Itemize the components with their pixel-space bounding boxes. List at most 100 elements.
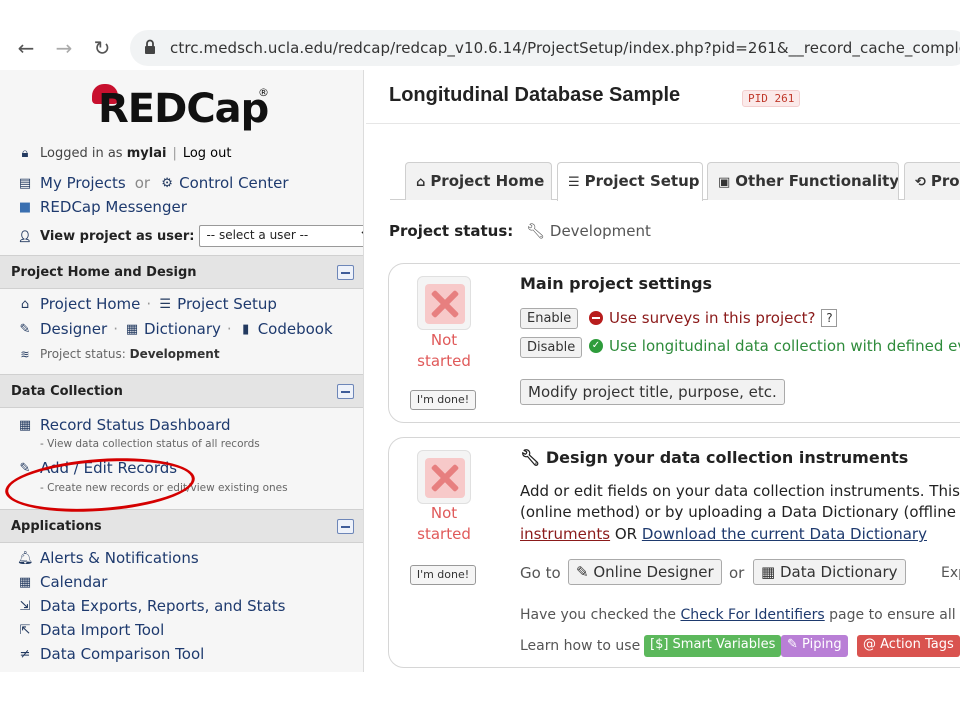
reload-icon[interactable]: ↻ — [90, 36, 114, 60]
app-item-label[interactable]: Data Exports, Reports, and Stats — [40, 597, 285, 615]
help-button[interactable]: ? — [821, 309, 838, 327]
user-icon: 👤︎ — [18, 229, 32, 243]
excel-icon: ▦ — [125, 321, 139, 337]
project-setup-link[interactable]: Project Setup — [177, 295, 277, 313]
username: mylai — [126, 146, 167, 161]
status-text: Development — [549, 222, 651, 240]
logged-in-label: Logged in as — [40, 146, 123, 161]
not-started-icon — [417, 450, 471, 504]
my-projects-link[interactable]: My Projects — [40, 174, 126, 192]
bell-icon: 🔔︎ — [17, 550, 34, 566]
collapse-button[interactable] — [337, 265, 354, 280]
description-line: (online method) or by uploading a Data D… — [520, 503, 960, 521]
gear-icon: ⚙ — [161, 175, 173, 191]
tab-project-setup[interactable]: ☰ Project Setup — [557, 162, 703, 201]
view-as-row: 👤︎ View project as user: -- select a use… — [17, 223, 363, 247]
pid-badge: PID 261 — [742, 90, 801, 107]
text: page to ensure all iden — [829, 607, 956, 623]
back-arrow-icon[interactable]: ← — [14, 36, 38, 60]
redcap-logo[interactable]: REDCap ® — [92, 80, 282, 140]
history-icon: ⟲ — [915, 175, 926, 190]
tab-project-revision[interactable]: ⟲ Pro — [904, 162, 960, 200]
tab-label: Pro — [930, 172, 960, 190]
list-icon: ▤ — [18, 175, 32, 191]
app-item-alerts[interactable]: 🔔︎ Alerts & Notifications — [17, 549, 199, 567]
smart-variables-button[interactable]: [$] Smart Variables — [644, 635, 782, 657]
section-title: Applications — [11, 519, 102, 534]
not-equal-icon: ≠ — [19, 646, 31, 662]
collapse-button[interactable] — [337, 384, 354, 399]
book-icon: ▮ — [242, 321, 250, 337]
divider — [366, 123, 960, 124]
my-projects-row: ▤ My Projects or ⚙ Control Center — [17, 174, 289, 192]
tab-other-functionality[interactable]: ▣ Other Functionality — [707, 162, 899, 200]
text: Have you checked the — [520, 607, 681, 623]
forward-arrow-icon[interactable]: → — [52, 36, 76, 60]
designer-row: ✎ Designer · ▦ Dictionary · ▮ Codebook — [17, 320, 333, 338]
card-title: 🔧︎ Design your data collection instrumen… — [520, 448, 908, 467]
app-item-label[interactable]: Alerts & Notifications — [40, 549, 199, 567]
action-tags-button[interactable]: @ Action Tags — [857, 635, 960, 657]
description-links: instruments OR Download the current Data… — [520, 525, 927, 543]
im-done-button[interactable]: I'm done! — [410, 390, 476, 410]
disable-longitudinal-button[interactable]: Disable — [520, 337, 583, 358]
enable-surveys-button[interactable]: Enable — [520, 308, 579, 329]
address-bar[interactable]: ctrc.medsch.ucla.edu/redcap/redcap_v10.6… — [130, 30, 960, 66]
wrench-icon: 🔧︎ — [520, 448, 541, 467]
codebook-link[interactable]: Codebook — [258, 320, 333, 338]
project-home-link[interactable]: Project Home — [40, 295, 140, 313]
logo-text: REDCap — [98, 86, 269, 132]
app-item-import[interactable]: ⇱ Data Import Tool — [17, 621, 165, 639]
minus-circle-icon — [589, 311, 603, 325]
url-text[interactable]: ctrc.medsch.ucla.edu/redcap/redcap_v10.6… — [170, 39, 960, 57]
section-title: Data Collection — [11, 384, 123, 399]
piping-button[interactable]: ✎ Piping — [781, 635, 848, 657]
im-done-button[interactable]: I'm done! — [410, 565, 476, 585]
designer-link[interactable]: Designer — [40, 320, 107, 338]
app-item-label[interactable]: Data Import Tool — [40, 621, 164, 639]
tab-label: Project Home — [430, 172, 545, 190]
status-value: 🔧︎ Development — [526, 222, 651, 240]
checklist-icon: ☰ — [568, 175, 580, 190]
app-item-label[interactable]: Calendar — [40, 573, 107, 591]
dictionary-link[interactable]: Dictionary — [144, 320, 221, 338]
status-line: Not — [430, 331, 458, 349]
messenger-link[interactable]: REDCap Messenger — [40, 198, 187, 216]
design-instruments-card: Not started I'm done! 🔧︎ Design your dat… — [388, 437, 960, 668]
status-label: Project status: — [389, 222, 514, 240]
pencil-icon: ✎ — [787, 637, 798, 652]
status-value: Development — [129, 347, 220, 361]
section-title: Project Home and Design — [11, 265, 197, 280]
status-line: Not — [430, 504, 458, 522]
check-identifiers-link[interactable]: Check For Identifiers — [681, 607, 825, 623]
status-line: started — [417, 352, 471, 370]
status-line: started — [417, 525, 471, 543]
view-as-select[interactable]: -- select a user -- — [199, 223, 363, 247]
app-item-label[interactable]: Data Comparison Tool — [40, 645, 204, 663]
card-title-text: Design your data collection instruments — [545, 448, 909, 467]
control-center-link[interactable]: Control Center — [179, 174, 288, 192]
calendar-icon: ▦ — [18, 574, 32, 590]
app-item-exports[interactable]: ⇲ Data Exports, Reports, and Stats — [17, 597, 286, 615]
or-text: OR — [610, 525, 642, 543]
messenger-row[interactable]: ■ REDCap Messenger — [17, 198, 187, 216]
app-item-calendar[interactable]: ▦ Calendar — [17, 573, 108, 591]
app-item-compare[interactable]: ≠ Data Comparison Tool — [17, 645, 205, 663]
truncated-text: Exp — [941, 565, 960, 581]
collapse-button[interactable] — [337, 519, 354, 534]
modify-project-button[interactable]: Modify project title, purpose, etc. — [520, 379, 785, 405]
record-status-dashboard-link[interactable]: Record Status Dashboard — [40, 416, 231, 434]
online-designer-button[interactable]: ✎ Online Designer — [568, 559, 722, 585]
not-started-icon — [417, 276, 471, 330]
main-settings-card: Not started I'm done! Main project setti… — [388, 263, 960, 423]
data-dictionary-button[interactable]: ▦ Data Dictionary — [753, 559, 906, 585]
instruments-link[interactable]: instruments — [520, 525, 610, 543]
download-dictionary-link[interactable]: Download the current Data Dictionary — [642, 525, 927, 543]
sidebar: REDCap ® 🔒︎ Logged in as mylai | Log out… — [0, 70, 364, 672]
tab-project-home[interactable]: ⌂ Project Home — [405, 162, 552, 200]
briefcase-icon: ▣ — [718, 175, 731, 190]
edit-icon: ✎ — [19, 321, 31, 337]
logout-link[interactable]: Log out — [183, 146, 232, 161]
lock-icon — [145, 39, 155, 54]
or-text: or — [134, 174, 151, 192]
